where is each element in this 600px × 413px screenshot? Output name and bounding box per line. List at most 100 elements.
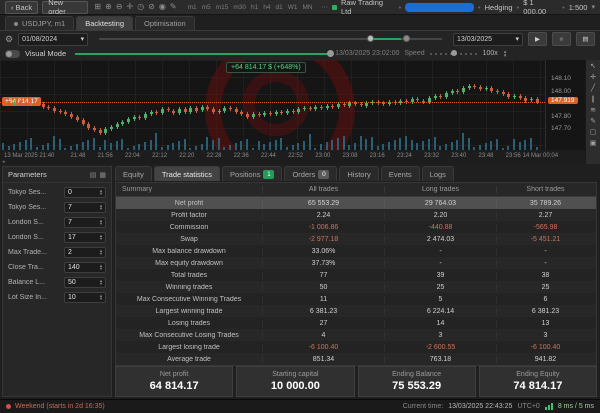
date-range-slider[interactable]	[99, 35, 442, 42]
parameter-input[interactable]: 10 ▲ ▼	[64, 291, 106, 303]
timeframe-h1[interactable]: h1	[251, 4, 258, 11]
subtab-equity[interactable]: Equity	[115, 166, 152, 181]
timeframe-w1[interactable]: W1	[288, 4, 298, 11]
play-button[interactable]: ▶	[528, 32, 547, 46]
stepper-down-icon[interactable]: ▼	[99, 222, 103, 226]
zoom-out-icon[interactable]: ⊖	[114, 2, 125, 12]
subtab-positions[interactable]: Positions 1	[222, 166, 283, 181]
table-row[interactable]: Max equity drawdown 37.73% - -	[116, 257, 596, 269]
parameter-stepper[interactable]: ▲ ▼	[99, 278, 103, 286]
settings-gear-icon[interactable]: ⚙	[5, 34, 13, 45]
tab-symbol[interactable]: USDJPY, m1	[5, 16, 75, 30]
eye-icon[interactable]: ◉	[157, 2, 168, 12]
subtab-trade-statistics[interactable]: Trade statistics	[153, 166, 221, 181]
subtab-orders[interactable]: Orders 0	[284, 166, 338, 181]
start-date-select[interactable]: 01/08/2024 ▾	[18, 32, 89, 46]
table-row[interactable]: Largest winning trade 6 381.23 6 224.14 6 3…	[116, 305, 596, 317]
parameter-input[interactable]: 0 ▲ ▼	[64, 186, 106, 198]
timeframe-mn[interactable]: MN	[302, 4, 312, 11]
clock-icon[interactable]: ◷	[135, 2, 146, 12]
channel-icon[interactable]: ∥	[591, 95, 595, 104]
timeframe-m5[interactable]: m5	[202, 4, 211, 11]
stepper-down-icon[interactable]: ▼	[99, 282, 103, 286]
table-row[interactable]: Winning trades 50 25 25	[116, 281, 596, 293]
timeframe-m30[interactable]: m30	[233, 4, 246, 11]
parameter-input[interactable]: 17 ▲ ▼	[64, 231, 106, 243]
volume-bar	[58, 139, 61, 150]
table-row[interactable]: Max Consecutive Losing Trades 4 3 3	[116, 329, 596, 341]
parameter-stepper[interactable]: ▲ ▼	[99, 248, 103, 256]
table-row[interactable]: Losing trades 27 14 13	[116, 317, 596, 329]
stepper-down-icon[interactable]: ▼	[99, 207, 103, 211]
disable-icon[interactable]: ⊘	[146, 2, 157, 12]
table-row[interactable]: Max Consecutive Winning Trades 11 5 6	[116, 293, 596, 305]
parameter-input[interactable]: 7 ▲ ▼	[64, 216, 106, 228]
journal-button[interactable]: ▤	[576, 32, 595, 46]
fibonacci-icon[interactable]: ≋	[590, 106, 596, 115]
table-row[interactable]: Total trades 77 39 38	[116, 269, 596, 281]
row-value: -5 451.21	[496, 235, 594, 243]
edit-chart-icon[interactable]: ✎	[168, 2, 179, 12]
timeframe-m1[interactable]: m1	[188, 4, 197, 11]
draw-icon[interactable]: ✎	[590, 117, 596, 126]
speed-stepper[interactable]: ▲ ▼	[503, 49, 507, 58]
timeframe-overflow-icon[interactable]: ⋯	[322, 3, 329, 11]
table-row[interactable]: Average trade 851.34 763.18 941.82	[116, 353, 596, 365]
pointer-icon[interactable]: ↖	[590, 62, 596, 71]
parameter-input[interactable]: 7 ▲ ▼	[64, 201, 106, 213]
new-order-button[interactable]: New order	[42, 0, 89, 16]
tab-optimisation[interactable]: Optimisation	[135, 16, 195, 30]
range-handle-right[interactable]	[402, 35, 410, 42]
parameter-input[interactable]: 50 ▲ ▼	[64, 276, 106, 288]
account-info[interactable]: Raw Trading Ltd • • Hedging • $ 1 000.00…	[332, 0, 595, 16]
parameter-input[interactable]: 2 ▲ ▼	[64, 246, 106, 258]
candlestick-plot[interactable]: +64 814.17 +64 814.17 $ (+648%)	[0, 60, 545, 151]
scroll-left-icon[interactable]: ◂	[2, 159, 5, 165]
visual-mode-toggle[interactable]	[5, 49, 20, 58]
trendline-icon[interactable]: ╱	[591, 84, 595, 93]
stepper-down-icon[interactable]: ▼	[99, 297, 103, 301]
stepper-down-icon[interactable]: ▼	[99, 252, 103, 256]
stop-button[interactable]: ■	[552, 32, 571, 46]
import-params-icon[interactable]: ▤	[90, 171, 97, 179]
progress-handle[interactable]	[327, 49, 335, 57]
end-date-select[interactable]: 13/03/2025 ▾	[453, 32, 523, 46]
parameter-stepper[interactable]: ▲ ▼	[99, 263, 103, 271]
parameter-stepper[interactable]: ▲ ▼	[99, 233, 103, 241]
layout-icon[interactable]: ⊞	[92, 2, 103, 12]
table-row[interactable]: Commission -1 006.86 -440.88 -565.98	[116, 221, 596, 233]
stepper-down-icon[interactable]: ▼	[99, 192, 103, 196]
back-button[interactable]: ‹ Back	[5, 0, 39, 14]
stepper-down-icon[interactable]: ▼	[99, 267, 103, 271]
subtab-logs[interactable]: Logs	[421, 166, 454, 181]
backtest-progress-bar[interactable]	[75, 49, 335, 57]
speed-slider-knob[interactable]	[451, 50, 458, 56]
crosshair-icon[interactable]: ✛	[125, 2, 136, 12]
subtab-history[interactable]: History	[339, 166, 379, 181]
table-row[interactable]: Largest losing trade -6 100.40 -2 600.55 -6…	[116, 341, 596, 353]
parameter-input[interactable]: 140 ▲ ▼	[64, 261, 106, 273]
price-axis[interactable]: 148.10 148.00 147.80 147.70 147.919	[545, 60, 586, 150]
shapes-icon[interactable]: ▢	[590, 128, 597, 137]
crosshair-icon[interactable]: ✛	[590, 73, 596, 82]
timeframe-h4[interactable]: h4	[263, 4, 270, 11]
parameter-stepper[interactable]: ▲ ▼	[99, 203, 103, 211]
comment-icon[interactable]: ▣	[590, 139, 597, 148]
parameter-stepper[interactable]: ▲ ▼	[99, 218, 103, 226]
table-row[interactable]: Swap -2 977.18 2 474.03 -5 451.21	[116, 233, 596, 245]
tab-backtesting[interactable]: Backtesting	[76, 16, 133, 30]
table-row[interactable]: Max balance drawdown 33.06% - -	[116, 245, 596, 257]
zoom-in-icon[interactable]: ⊕	[103, 2, 114, 12]
parameter-stepper[interactable]: ▲ ▼	[99, 293, 103, 301]
table-row[interactable]: Net profit 65 553.29 29 764.03 35 789.26	[116, 197, 596, 209]
stepper-down-icon[interactable]: ▼	[99, 237, 103, 241]
speed-slider[interactable]	[429, 50, 478, 56]
table-row[interactable]: Profit factor 2.24 2.20 2.27	[116, 209, 596, 221]
subtab-events[interactable]: Events	[380, 166, 420, 181]
range-handle-left[interactable]	[366, 35, 374, 42]
parameter-stepper[interactable]: ▲ ▼	[99, 188, 103, 196]
export-params-icon[interactable]: ▦	[99, 171, 106, 179]
timeframe-d1[interactable]: d1	[275, 4, 282, 11]
time-axis[interactable]: ◂ 13 Mar 2025 21:40 21:48 21:56 22:04 22:12 2…	[0, 150, 585, 165]
timeframe-m15[interactable]: m15	[216, 4, 229, 11]
